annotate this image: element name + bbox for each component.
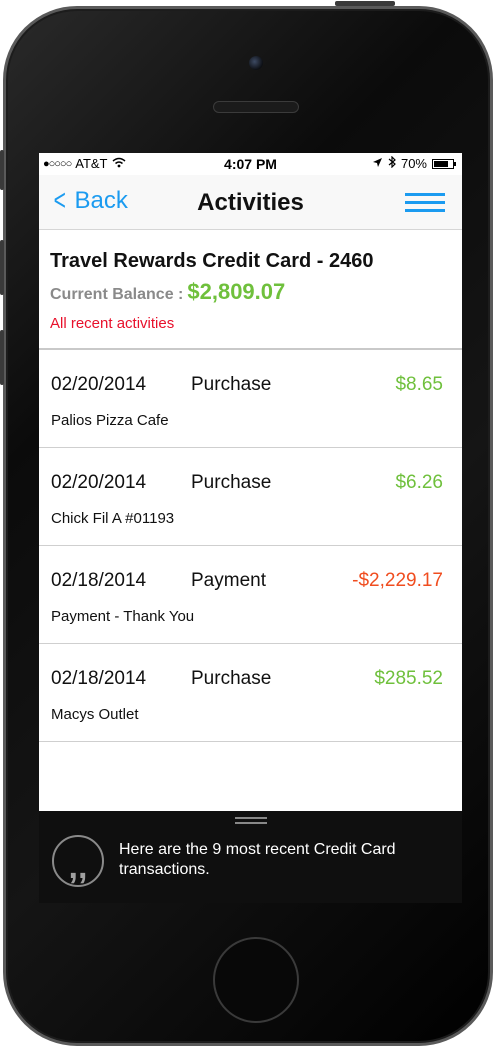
battery-percent: 70% <box>400 156 427 171</box>
list-menu-icon[interactable] <box>405 193 445 213</box>
transaction-merchant: Palios Pizza Cafe <box>51 412 169 429</box>
location-arrow-icon <box>372 156 383 171</box>
transaction-list: 02/20/2014 Purchase $8.65 Palios Pizza C… <box>39 350 462 742</box>
balance-row: Current Balance : $2,809.07 <box>50 279 285 305</box>
mute-switch <box>0 150 4 190</box>
earpiece-speaker <box>213 101 299 113</box>
assistant-panel: ,, Here are the 9 most recent Credit Car… <box>39 811 462 903</box>
navigation-bar: < Back Activities <box>39 175 462 230</box>
transaction-row[interactable]: 02/20/2014 Purchase $6.26 Chick Fil A #0… <box>39 448 462 546</box>
transaction-row[interactable]: 02/20/2014 Purchase $8.65 Palios Pizza C… <box>39 350 462 448</box>
status-bar: ●○○○○ AT&T 4:07 PM 70% <box>39 153 462 175</box>
activity-filter-label: All recent activities <box>50 315 175 332</box>
battery-icon <box>432 158 456 169</box>
home-button[interactable] <box>213 937 299 1023</box>
transaction-type: Purchase <box>191 374 272 395</box>
transaction-row[interactable]: 02/18/2014 Payment -$2,229.17 Payment - … <box>39 546 462 644</box>
account-summary: Travel Rewards Credit Card - 2460 Curren… <box>39 231 462 350</box>
volume-down-button <box>0 330 4 385</box>
transaction-merchant: Chick Fil A #01193 <box>51 510 175 527</box>
transaction-date: 02/18/2014 <box>51 668 147 689</box>
transaction-amount: $285.52 <box>374 668 443 689</box>
transaction-date: 02/20/2014 <box>51 472 147 493</box>
transaction-amount: $8.65 <box>395 374 443 395</box>
status-right-group: 70% <box>372 155 456 171</box>
quote-icon: ,, <box>52 835 104 887</box>
transaction-type: Payment <box>191 570 266 591</box>
screen: ●○○○○ AT&T 4:07 PM 70% < Back Activities <box>39 153 462 903</box>
transaction-row[interactable]: 02/18/2014 Purchase $285.52 Macys Outlet <box>39 644 462 742</box>
balance-value: $2,809.07 <box>187 279 286 304</box>
transaction-date: 02/18/2014 <box>51 570 147 591</box>
transaction-amount: $6.26 <box>395 472 443 493</box>
transaction-type: Purchase <box>191 668 272 689</box>
account-name: Travel Rewards Credit Card - 2460 <box>50 250 374 272</box>
transaction-amount: -$2,229.17 <box>352 570 443 591</box>
assistant-message: Here are the 9 most recent Credit Card t… <box>119 841 396 878</box>
balance-label: Current Balance : <box>50 286 184 303</box>
page-title: Activities <box>197 189 304 216</box>
front-camera <box>249 56 263 70</box>
volume-up-button <box>0 240 4 295</box>
drag-handle[interactable] <box>235 817 267 825</box>
transaction-merchant: Macys Outlet <box>51 706 139 723</box>
bluetooth-icon <box>388 155 396 171</box>
transaction-date: 02/20/2014 <box>51 374 147 395</box>
transaction-merchant: Payment - Thank You <box>51 608 195 625</box>
transaction-type: Purchase <box>191 472 272 493</box>
power-button <box>335 1 395 6</box>
